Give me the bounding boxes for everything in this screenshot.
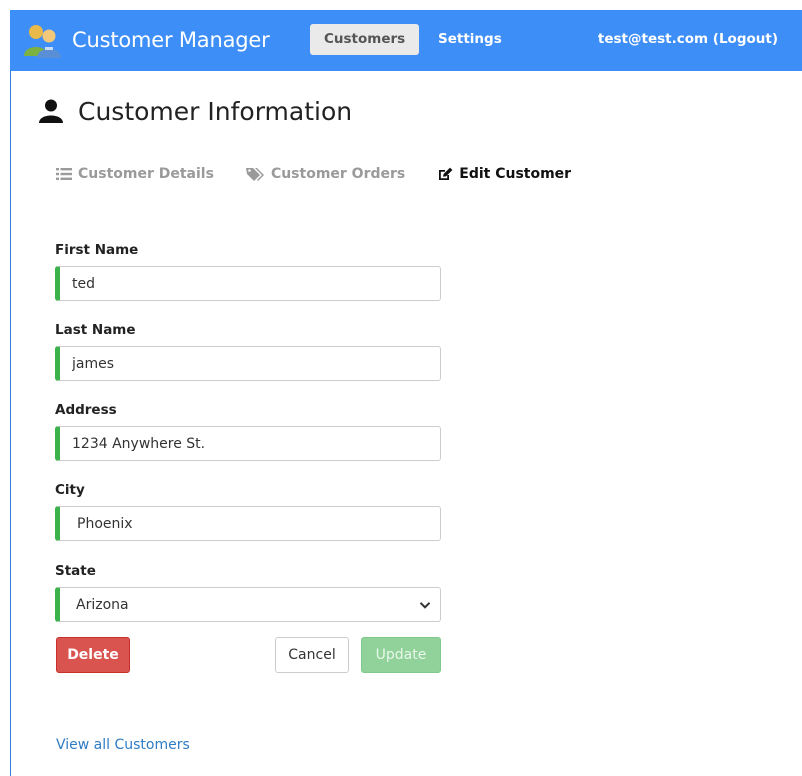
logout-link[interactable]: test@test.com (Logout) — [598, 24, 778, 55]
subtab-customer-orders[interactable]: Customer Orders — [245, 166, 406, 182]
tags-icon — [245, 167, 264, 181]
nav-tab-customers[interactable]: Customers — [310, 24, 420, 55]
subtab-label: Customer Orders — [270, 166, 406, 182]
page-header: Customer Information — [38, 94, 352, 128]
subtab-label: Edit Customer — [459, 166, 572, 182]
subtab-customer-details[interactable]: Customer Details — [56, 166, 214, 182]
edit-customer-form: First Name Last Name Address City State … — [55, 240, 441, 641]
first-name-field: First Name — [55, 240, 441, 301]
customers-logo-icon — [24, 25, 61, 58]
user-icon — [39, 99, 63, 123]
edit-icon — [439, 167, 453, 180]
last-name-input-wrap — [55, 346, 441, 381]
subtab-edit-customer[interactable]: Edit Customer — [437, 166, 571, 182]
nav-tab-settings[interactable]: Settings — [424, 24, 516, 55]
first-name-input-wrap — [55, 266, 441, 301]
list-icon — [56, 168, 72, 180]
first-name-input[interactable] — [60, 267, 440, 300]
city-label: City — [55, 482, 85, 498]
page-title: Customer Information — [78, 96, 353, 126]
state-select-wrap: Arizona — [55, 587, 441, 622]
content-left-border — [10, 71, 11, 776]
navbar: Customer Manager Customers Settings test… — [10, 10, 802, 71]
city-field: City — [55, 480, 441, 541]
city-input-wrap — [55, 506, 441, 541]
brand-title: Customer Manager — [72, 28, 270, 52]
state-select[interactable]: Arizona — [60, 588, 440, 621]
address-field: Address — [55, 400, 441, 461]
address-input-wrap — [55, 426, 441, 461]
view-all-customers-link[interactable]: View all Customers — [56, 737, 190, 753]
subtab-label: Customer Details — [78, 166, 214, 182]
city-input[interactable] — [60, 507, 440, 540]
address-input[interactable] — [60, 427, 440, 460]
address-label: Address — [55, 402, 117, 418]
state-label: State — [55, 563, 96, 579]
last-name-input[interactable] — [60, 347, 440, 380]
last-name-label: Last Name — [55, 322, 136, 338]
brand[interactable]: Customer Manager — [22, 22, 270, 58]
delete-button[interactable]: Delete — [56, 637, 130, 673]
last-name-field: Last Name — [55, 320, 441, 381]
update-button[interactable]: Update — [361, 637, 441, 673]
customer-subtabs: Customer Details Customer Orders Edit Cu… — [56, 162, 603, 186]
first-name-label: First Name — [55, 242, 139, 258]
state-field: State Arizona — [55, 561, 441, 622]
cancel-button[interactable]: Cancel — [275, 637, 349, 673]
